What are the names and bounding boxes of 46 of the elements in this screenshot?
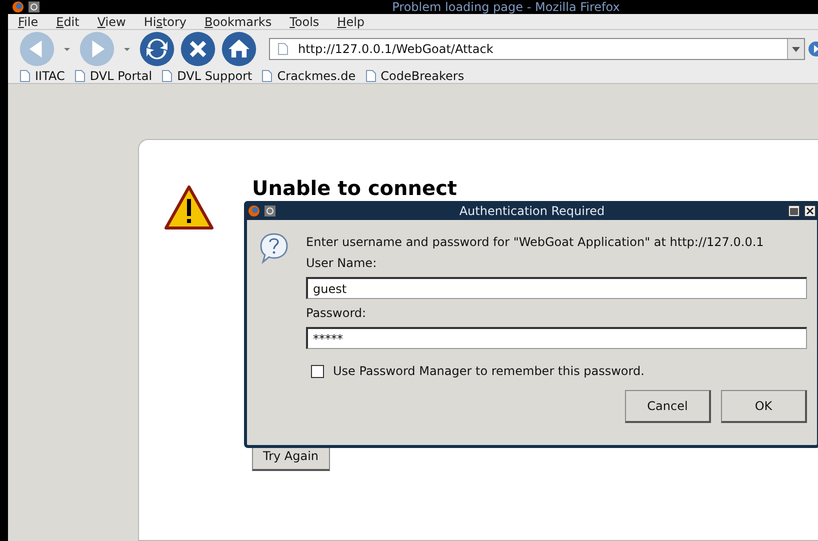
window-menu-icon[interactable]	[28, 1, 40, 13]
caret-icon[interactable]	[64, 48, 70, 50]
window-menu-icon[interactable]	[264, 204, 276, 216]
page-icon	[366, 70, 376, 82]
firefox-icon[interactable]	[248, 204, 260, 216]
error-title: Unable to connect	[252, 176, 457, 200]
close-icon[interactable]	[804, 204, 816, 216]
home-icon[interactable]	[220, 30, 258, 68]
menu-item[interactable]: Edit	[47, 14, 88, 28]
bookmark-link[interactable]: DVL Support	[177, 68, 252, 82]
caret-icon	[792, 46, 800, 52]
question-bubble-icon	[259, 232, 289, 264]
checkbox[interactable]	[311, 364, 324, 378]
page-icon	[74, 70, 85, 82]
reload-icon[interactable]	[138, 30, 176, 68]
menu-item[interactable]: History	[134, 14, 196, 28]
stop-icon[interactable]	[179, 30, 217, 68]
field-label: Password:	[306, 306, 368, 320]
menu-item[interactable]: View	[88, 14, 135, 28]
dropdown-button[interactable]	[787, 39, 804, 59]
page-icon	[278, 43, 288, 55]
bookmark-link[interactable]: CodeBreakers	[380, 68, 464, 82]
maximize-icon[interactable]	[788, 204, 800, 216]
caret-icon[interactable]	[124, 48, 130, 50]
window-title: Problem loading page - Mozilla Firefox	[391, 0, 621, 14]
dialog-message: Enter username and password for "WebGoat Application" at http://127.0.0.1	[306, 235, 765, 249]
menu-item[interactable]: Help	[328, 14, 374, 28]
dialog-button[interactable]: Cancel	[625, 390, 711, 423]
username-field[interactable]: guest	[306, 277, 807, 299]
page-icon	[20, 70, 30, 82]
password-field[interactable]: *****	[306, 327, 807, 349]
firefox-icon[interactable]	[12, 1, 24, 13]
bookmark-link[interactable]: IITAC	[35, 68, 65, 82]
dialog-button[interactable]: OK	[721, 390, 807, 423]
address-field[interactable]: http://127.0.0.1/WebGoat/Attack	[269, 38, 805, 60]
bookmark-link[interactable]: Crackmes.de	[277, 68, 356, 82]
menu-item[interactable]: Bookmarks	[196, 14, 281, 28]
warning-icon	[164, 185, 214, 231]
dialog-title: Authentication Required	[458, 204, 606, 218]
menu-item[interactable]: File	[9, 14, 48, 28]
checkbox-label: Use Password Manager to remember this password.	[333, 364, 644, 378]
page-icon	[262, 70, 272, 82]
bookmark-link[interactable]: DVL Portal	[90, 68, 152, 82]
field-label: User Name:	[306, 256, 378, 270]
page-icon	[162, 70, 172, 82]
menu-item[interactable]: Tools	[280, 14, 328, 28]
